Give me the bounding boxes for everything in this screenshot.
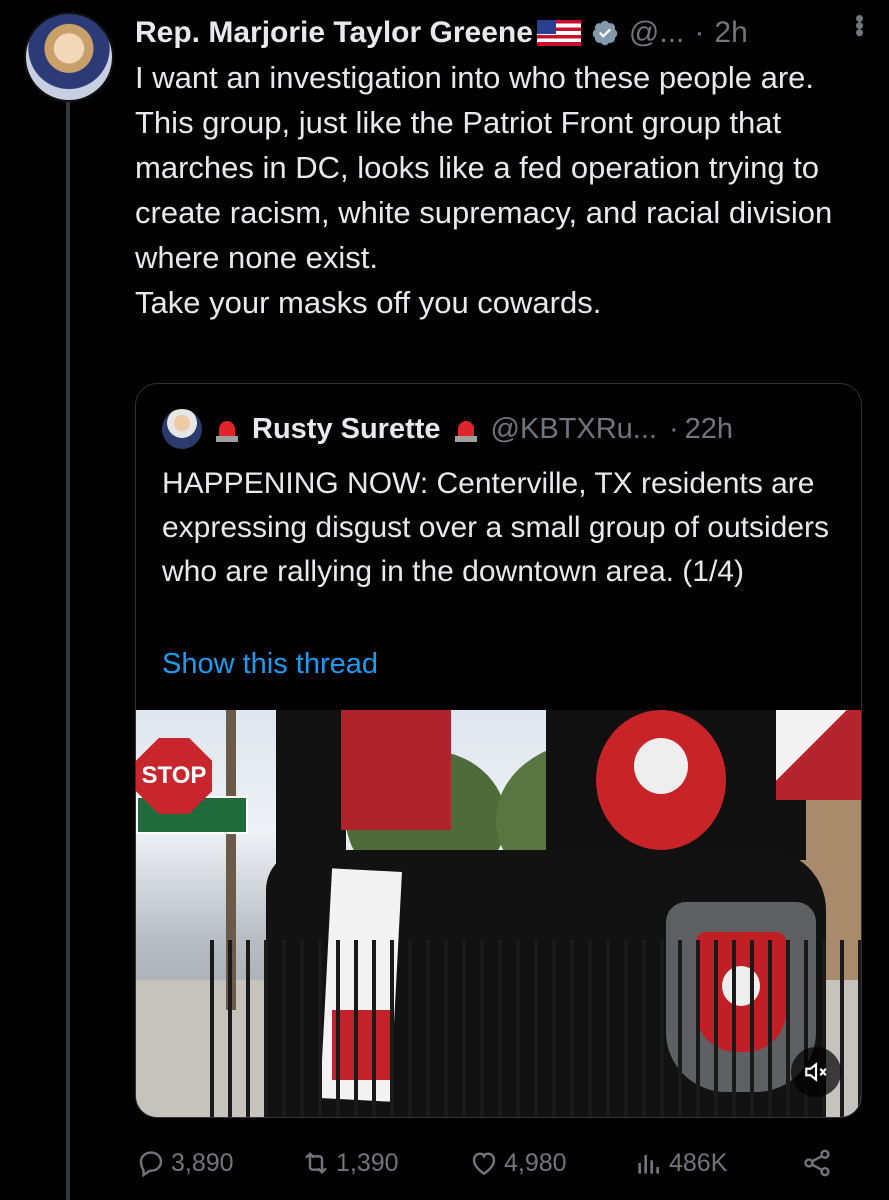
views-chart-icon: [638, 1155, 659, 1174]
tweet-timestamp[interactable]: 2h: [714, 16, 747, 50]
tweet-actions-bar: 3,890 1,390 4,980 486K: [135, 1140, 870, 1186]
railing-fence: [196, 940, 861, 1117]
red-flag: [341, 710, 451, 830]
skull-flag-emblem: [596, 710, 726, 850]
quoted-tweet-video[interactable]: STOP: [136, 710, 861, 1117]
like-count: 4,980: [504, 1148, 567, 1177]
author-avatar[interactable]: [24, 12, 114, 102]
share-nodes-icon: [804, 1149, 830, 1177]
author-name[interactable]: Rep. Marjorie Taylor Greene: [135, 16, 533, 50]
retweet-count: 1,390: [336, 1148, 399, 1177]
white-red-flag: [776, 710, 861, 800]
tweet-header: Rep. Marjorie Taylor Greene @... · 2h: [135, 12, 870, 54]
quoted-author-avatar[interactable]: [162, 409, 202, 449]
quoted-tweet-text: HAPPENING NOW: Centerville, TX residents…: [162, 467, 830, 588]
verified-badge-icon[interactable]: [591, 19, 619, 47]
quoted-author-name[interactable]: Rusty Surette: [252, 413, 441, 446]
us-flag-icon: [536, 20, 581, 46]
stop-sign: STOP: [136, 738, 212, 814]
quoted-tweet-header: Rusty Surette @KBTXRu... · 22h: [162, 409, 733, 449]
more-vertical-icon[interactable]: •••: [845, 14, 875, 35]
separator-dot: ·: [694, 16, 705, 49]
retweet-icon: [305, 1151, 327, 1175]
view-count: 486K: [669, 1148, 728, 1177]
siren-icon: [214, 416, 240, 442]
tweet-text: I want an investigation into who these p…: [135, 60, 833, 320]
heart-icon: [472, 1152, 496, 1176]
reply-count: 3,890: [171, 1148, 234, 1177]
like-button[interactable]: 4,980: [468, 1140, 567, 1186]
black-flag: [276, 710, 346, 870]
reply-icon: [139, 1151, 163, 1178]
share-button[interactable]: [801, 1140, 837, 1186]
views-button[interactable]: 486K: [633, 1140, 727, 1186]
thread-connector-line: [66, 100, 70, 1200]
mute-icon[interactable]: [791, 1047, 841, 1097]
quoted-tweet-timestamp[interactable]: 22h: [685, 413, 733, 446]
author-handle[interactable]: @...: [629, 16, 684, 50]
quoted-tweet[interactable]: Rusty Surette @KBTXRu... · 22h HAPPENING…: [135, 383, 862, 1118]
speaker-muted-icon: [805, 1062, 827, 1082]
reply-button[interactable]: 3,890: [135, 1140, 234, 1186]
show-thread-link[interactable]: Show this thread: [162, 648, 378, 681]
siren-icon: [453, 416, 479, 442]
separator-dot: ·: [668, 412, 679, 445]
retweet-button[interactable]: 1,390: [300, 1140, 399, 1186]
quoted-author-handle[interactable]: @KBTXRu...: [491, 413, 657, 446]
